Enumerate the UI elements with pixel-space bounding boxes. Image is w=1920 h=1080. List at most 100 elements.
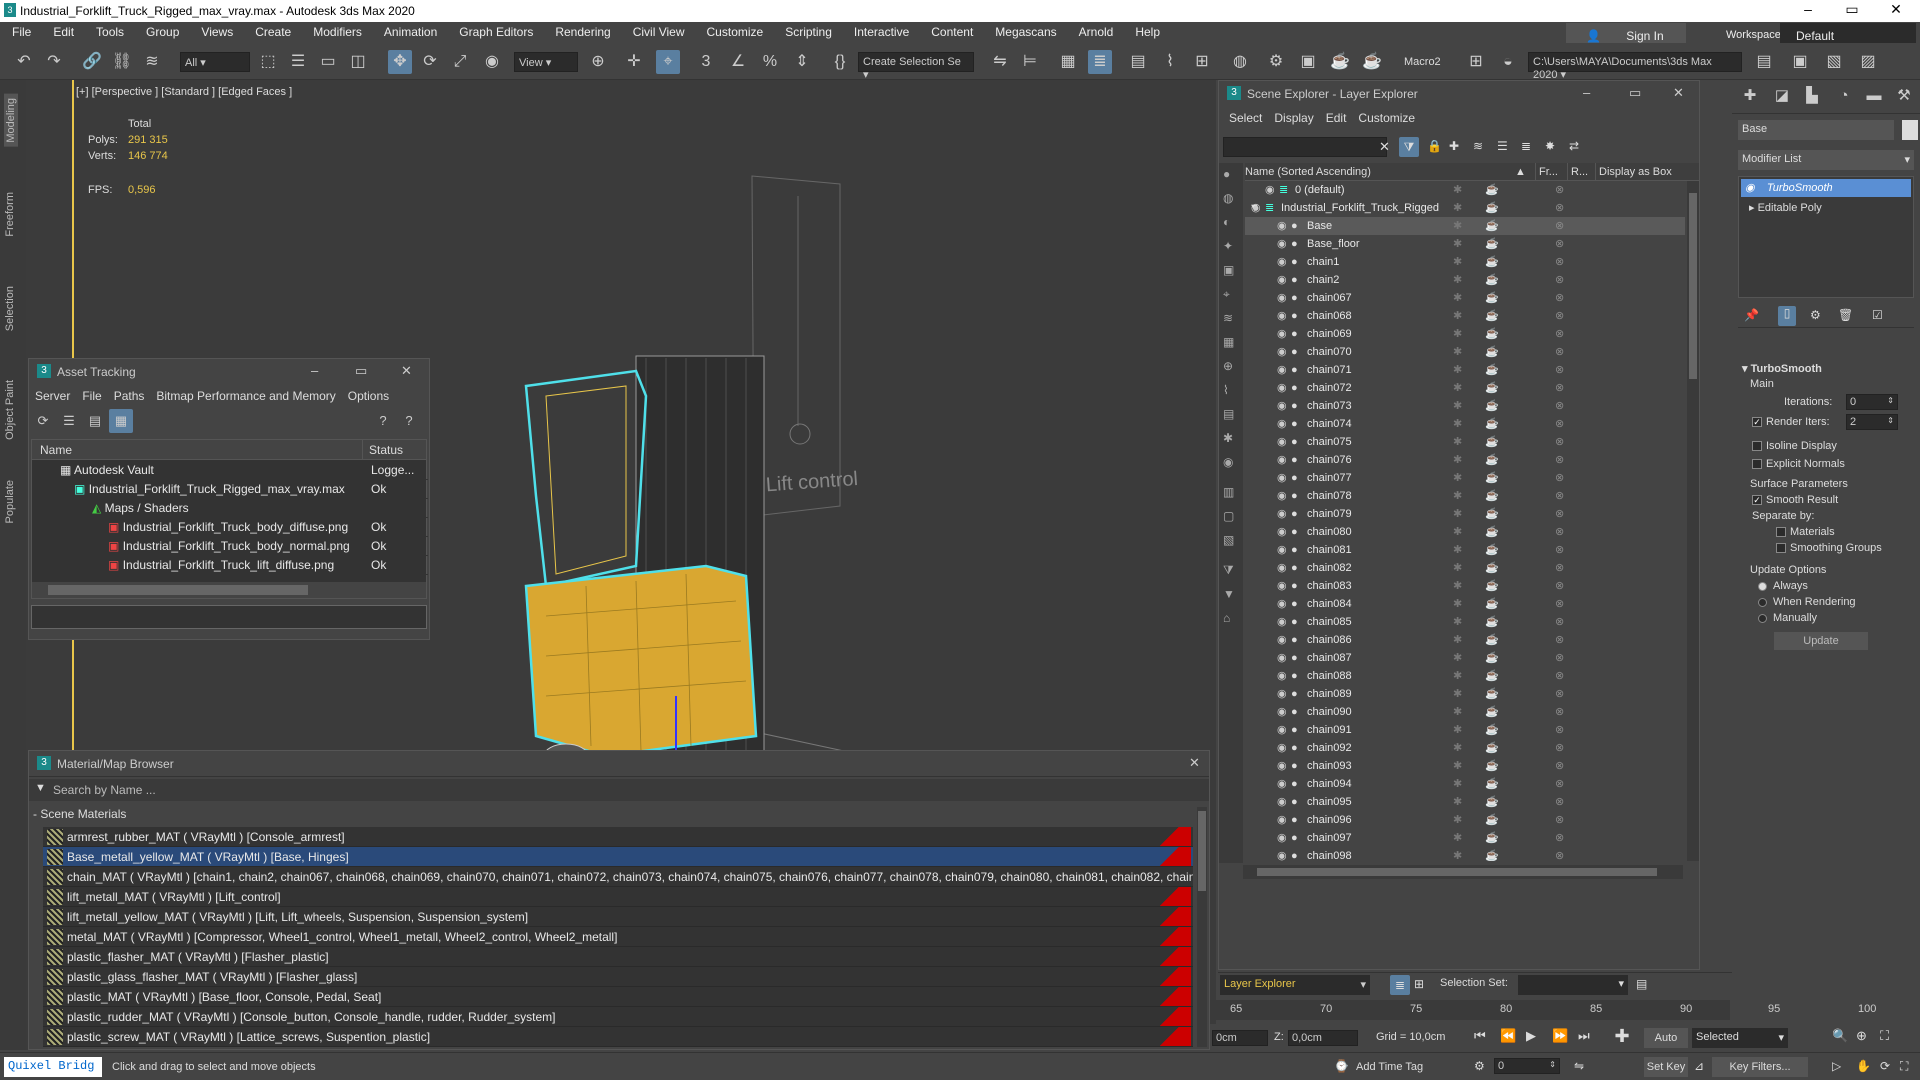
select-by-name-icon[interactable]: ☰: [286, 50, 310, 74]
display-bones-icon[interactable]: ⌇: [1223, 383, 1229, 397]
renderable-icon[interactable]: ☕: [1485, 613, 1499, 631]
asset-path-field[interactable]: [31, 605, 427, 629]
menu-display[interactable]: Display: [1268, 107, 1319, 125]
render-iters-spinner[interactable]: 2 ⇕: [1846, 414, 1898, 430]
viewport-label-menu[interactable]: [+] [Perspective ] [Standard ] [Edged Fa…: [76, 86, 292, 98]
freeze-icon[interactable]: ✱: [1453, 505, 1462, 523]
time-ruler[interactable]: 65 70 75 80 85 90: [1210, 1000, 1730, 1020]
display-lights-icon[interactable]: ✦: [1223, 239, 1233, 253]
object-color-swatch[interactable]: [1902, 120, 1918, 140]
visibility-eye-icon[interactable]: ◉: [1277, 307, 1287, 325]
display-as-box-icon[interactable]: ⊗: [1555, 217, 1564, 235]
visibility-eye-icon[interactable]: ◉: [1277, 721, 1287, 739]
render-production-icon[interactable]: ☕: [1328, 50, 1352, 74]
menu-server[interactable]: Server: [29, 385, 76, 403]
material-row[interactable]: lift_metall_yellow_MAT ( VRayMtl ) [Lift…: [43, 907, 1193, 927]
keyboard-shortcut-icon[interactable]: ⌖: [656, 50, 680, 74]
hierarchy-tab-icon[interactable]: ▙: [1800, 84, 1824, 108]
maximize-icon[interactable]: ▭: [1629, 85, 1641, 101]
scene-object-row[interactable]: ◉ ● chain070 ✱ ☕ ⊗: [1245, 343, 1685, 361]
explicit-normals-checkbox[interactable]: Explicit Normals: [1752, 458, 1845, 470]
display-as-box-icon[interactable]: ⊗: [1555, 361, 1564, 379]
scene-object-row[interactable]: ◉ ● chain097 ✱ ☕ ⊗: [1245, 829, 1685, 847]
layer-mode-icon[interactable]: ≣: [1390, 975, 1410, 995]
freeze-icon[interactable]: ✱: [1453, 523, 1462, 541]
menu-content[interactable]: Content: [919, 22, 983, 39]
material-search-input[interactable]: Search by Name ...: [53, 783, 156, 797]
freeze-icon[interactable]: ✱: [1453, 361, 1462, 379]
megascans-icon[interactable]: ◒: [1496, 50, 1520, 74]
make-unique-icon[interactable]: ⚙: [1810, 308, 1821, 322]
visibility-eye-icon[interactable]: ◉: [1277, 847, 1287, 861]
renderable-icon[interactable]: ☕: [1485, 415, 1499, 433]
curve-editor-icon[interactable]: ⌇: [1158, 50, 1182, 74]
display-spacewarps-icon[interactable]: ≋: [1223, 311, 1233, 325]
scene-object-row[interactable]: ◉ ● Base_floor ✱ ☕ ⊗: [1245, 235, 1685, 253]
visibility-eye-icon[interactable]: ◉: [1277, 343, 1287, 361]
renderable-icon[interactable]: ☕: [1485, 595, 1499, 613]
add-time-tag-label[interactable]: Add Time Tag: [1356, 1061, 1423, 1073]
renderable-icon[interactable]: ☕: [1485, 181, 1499, 199]
display-as-box-icon[interactable]: ⊗: [1555, 757, 1564, 775]
freeze-icon[interactable]: ✱: [1453, 685, 1462, 703]
material-row[interactable]: chain_MAT ( VRayMtl ) [chain1, chain2, c…: [43, 867, 1193, 887]
display-as-box-icon[interactable]: ⊗: [1555, 271, 1564, 289]
scene-object-row[interactable]: ◉ ● chain2 ✱ ☕ ⊗: [1245, 271, 1685, 289]
renderable-icon[interactable]: ☕: [1485, 739, 1499, 757]
freeze-icon[interactable]: ✱: [1453, 613, 1462, 631]
ref-coord-dropdown[interactable]: View ▾: [514, 52, 578, 72]
renderable-icon[interactable]: ☕: [1485, 343, 1499, 361]
minimize-icon[interactable]: –: [311, 363, 318, 378]
go-to-end-icon[interactable]: ⏭: [1578, 1028, 1590, 1044]
display-as-box-icon[interactable]: ⊗: [1555, 199, 1564, 217]
visibility-eye-icon[interactable]: ◉: [1277, 523, 1287, 541]
filter-toggle-icon[interactable]: ⧩: [1223, 563, 1234, 578]
scene-object-row[interactable]: ◉ ● chain093 ✱ ☕ ⊗: [1245, 757, 1685, 775]
project-manage-icon[interactable]: ▨: [1856, 50, 1880, 74]
scrollbar-thumb[interactable]: [48, 585, 308, 595]
spinner-snap-icon[interactable]: ⇕: [790, 50, 814, 74]
zoom-extents-icon[interactable]: ⛶: [1880, 1028, 1889, 1044]
freeze-icon[interactable]: ✱: [1453, 829, 1462, 847]
orbit-icon[interactable]: ⟳: [1880, 1059, 1890, 1073]
info-icon[interactable]: ?: [397, 409, 421, 433]
layer-manage-icon[interactable]: ⌂: [1223, 611, 1230, 625]
manage-selection-sets-icon[interactable]: ▤: [1636, 977, 1647, 991]
scene-materials-group[interactable]: - Scene Materials: [33, 807, 126, 821]
scene-object-row[interactable]: ▼ ◉ ≣ Industrial_Forklift_Truck_Rigged ✱ ☕ ⊗: [1245, 199, 1685, 217]
materials-checkbox[interactable]: Materials: [1776, 526, 1835, 538]
freeze-icon[interactable]: ✱: [1453, 541, 1462, 559]
material-row[interactable]: plastic_MAT ( VRayMtl ) [Base_floor, Con…: [43, 987, 1193, 1007]
percent-snap-icon[interactable]: %: [758, 50, 782, 74]
scene-object-row[interactable]: ◉ ● chain072 ✱ ☕ ⊗: [1245, 379, 1685, 397]
renderable-icon[interactable]: ☕: [1485, 235, 1499, 253]
menu-paths[interactable]: Paths: [108, 385, 151, 403]
visibility-eye-icon[interactable]: ◉: [1277, 577, 1287, 595]
tab-object-paint[interactable]: Object Paint: [4, 380, 16, 440]
material-row[interactable]: plastic_screw_MAT ( VRayMtl ) [Lattice_s…: [43, 1027, 1193, 1047]
freeze-icon[interactable]: ✱: [1453, 757, 1462, 775]
spinner-arrows-icon[interactable]: ⇕: [1887, 416, 1894, 425]
freeze-icon[interactable]: ✱: [1453, 397, 1462, 415]
asset-row[interactable]: ▣ Industrial_Forklift_Truck_body_normal.…: [36, 537, 428, 556]
scene-explorer-titlebar[interactable]: 3 Scene Explorer - Layer Explorer – ▭ ✕: [1219, 81, 1699, 107]
renderable-icon[interactable]: ☕: [1485, 793, 1499, 811]
manually-radio[interactable]: Manually: [1758, 612, 1817, 624]
menu-help[interactable]: Help: [1123, 22, 1170, 39]
display-as-box-icon[interactable]: ⊗: [1555, 613, 1564, 631]
modify-tab-icon[interactable]: ◪: [1770, 84, 1794, 108]
scene-object-row[interactable]: ◉ ● chain082 ✱ ☕ ⊗: [1245, 559, 1685, 577]
expand-icon[interactable]: ▸: [1749, 202, 1755, 214]
freeze-icon[interactable]: ✱: [1453, 595, 1462, 613]
scene-object-row[interactable]: ◉ ≣ 0 (default) ✱ ☕ ⊗: [1245, 181, 1685, 199]
open-explorer-icon[interactable]: ▤: [1752, 50, 1776, 74]
unlink-icon[interactable]: ⛓: [110, 50, 134, 74]
modifier-list-dropdown[interactable]: Modifier List ▾: [1738, 150, 1914, 170]
menu-create[interactable]: Create: [243, 22, 301, 39]
renderable-icon[interactable]: ☕: [1485, 289, 1499, 307]
scene-object-row[interactable]: ◉ ● chain067 ✱ ☕ ⊗: [1245, 289, 1685, 307]
display-none-alt-icon[interactable]: ▢: [1223, 509, 1234, 523]
rendered-frame-icon[interactable]: ▣: [1296, 50, 1320, 74]
display-as-box-icon[interactable]: ⊗: [1555, 235, 1564, 253]
add-to-layer-icon[interactable]: ≋: [1473, 139, 1483, 153]
